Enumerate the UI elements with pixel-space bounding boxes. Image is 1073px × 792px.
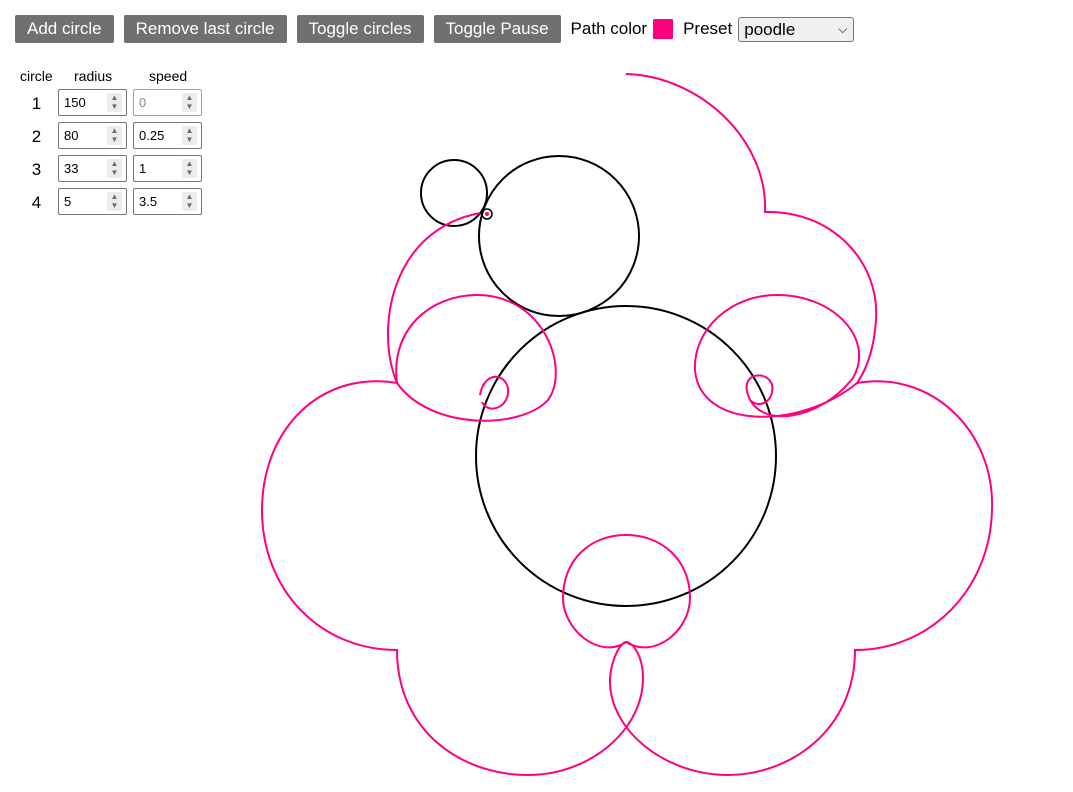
circle-3 [420, 159, 488, 227]
drawing-canvas [260, 73, 994, 777]
circle-1 [475, 305, 777, 607]
path-curve [260, 73, 994, 777]
circle-2 [478, 155, 640, 317]
circles-group [420, 155, 777, 607]
pen-point [485, 212, 489, 216]
traced-path [260, 73, 994, 777]
